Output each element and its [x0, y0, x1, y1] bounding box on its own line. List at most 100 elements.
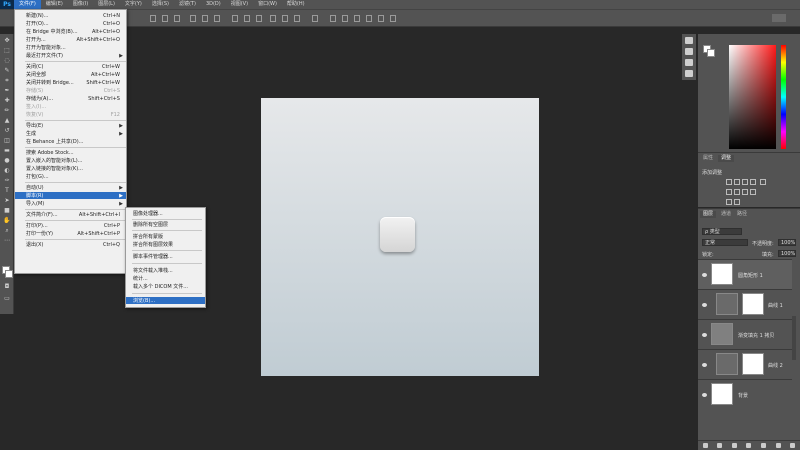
menu-window[interactable]: 窗口(W) [253, 0, 282, 9]
menu-select[interactable]: 选择(S) [147, 0, 174, 9]
tab-adjustments[interactable]: 调整 [718, 155, 735, 162]
curves-icon[interactable] [742, 179, 748, 185]
layer-row[interactable]: 背景 [698, 379, 792, 409]
dodge-tool-icon[interactable]: ◐ [3, 168, 11, 174]
fill-input[interactable]: 100% [778, 250, 796, 257]
color-background-swatch[interactable] [707, 49, 715, 57]
menu-item-recent-files[interactable]: 最近打开文件(T) ▶ [15, 52, 126, 60]
layer-name[interactable]: 曲线 2 [768, 362, 783, 369]
layer-name[interactable]: 曲线 1 [768, 302, 783, 309]
menu-item-generate[interactable]: 生成 ▶ [15, 130, 126, 138]
document-canvas[interactable] [261, 98, 539, 376]
layer-row[interactable]: 曲线 2 [698, 349, 792, 379]
color-field[interactable] [729, 45, 776, 149]
eyedropper-tool-icon[interactable]: ✒ [3, 88, 11, 94]
submenu-item-statistics[interactable]: 统计... [126, 275, 205, 282]
background-color-swatch[interactable] [5, 270, 13, 278]
submenu-item-load-dicom[interactable]: 载入多个 DICOM 文件... [126, 283, 205, 290]
menu-item-file-info[interactable]: 文件简介(F)... Alt+Shift+Ctrl+I [15, 211, 126, 219]
fx-icon[interactable] [717, 443, 723, 448]
eye-icon[interactable] [702, 363, 707, 367]
align-top-icon[interactable] [190, 15, 196, 22]
black-white-icon[interactable] [742, 189, 748, 195]
submenu-item-load-files-stack[interactable]: 将文件载入堆栈... [126, 267, 205, 274]
menu-item-open[interactable]: 打开(O)... Ctrl+O [15, 20, 126, 28]
layer-row[interactable]: 圆角矩形 1 [698, 259, 792, 289]
clone-stamp-tool-icon[interactable]: ▲ [3, 118, 11, 124]
layer-name[interactable]: 圆角矩形 1 [738, 272, 763, 279]
crop-tool-icon[interactable]: ⌗ [3, 78, 11, 84]
menu-item-open-smart-object[interactable]: 打开为智能对象... [15, 44, 126, 51]
eye-icon[interactable] [702, 333, 707, 337]
auto-align-icon[interactable] [312, 15, 318, 22]
quick-mask-icon[interactable]: ◘ [3, 284, 11, 290]
hue-slider[interactable] [781, 45, 786, 149]
submenu-item-image-processor[interactable]: 图像处理器... [126, 210, 205, 217]
tab-layers[interactable]: 图层 [700, 211, 717, 218]
menu-item-open-as[interactable]: 打开为... Alt+Shift+Ctrl+O [15, 36, 126, 44]
layer-filter-select[interactable]: ρ 类型 [702, 228, 742, 235]
eye-icon[interactable] [702, 303, 707, 307]
submenu-item-flatten-effects[interactable]: 拼合所有图层效果 [126, 241, 205, 248]
layer-name[interactable]: 背景 [738, 392, 748, 399]
menu-3d[interactable]: 3D(D) [201, 0, 226, 9]
distribute-middle-icon[interactable] [244, 15, 250, 22]
3d-pan-icon[interactable] [366, 15, 372, 22]
menu-view[interactable]: 视图(V) [226, 0, 253, 9]
trash-icon[interactable] [790, 443, 796, 448]
3d-rotate-icon[interactable] [342, 15, 348, 22]
hue-saturation-icon[interactable] [726, 189, 732, 195]
brightness-icon[interactable] [726, 179, 732, 185]
menu-item-print[interactable]: 打印(P)... Ctrl+P [15, 222, 126, 230]
menu-item-revert[interactable]: 恢复(V) F12 [15, 111, 126, 119]
menu-item-package[interactable]: 打包(G)... [15, 173, 126, 180]
move-tool-icon[interactable]: ✥ [3, 38, 11, 44]
menu-item-save[interactable]: 存储(S) Ctrl+S [15, 87, 126, 95]
menu-item-automate[interactable]: 自动(U) ▶ [15, 184, 126, 192]
levels-icon[interactable] [734, 179, 740, 185]
menu-item-share-behance[interactable]: 在 Behance 上共享(D)... [15, 138, 126, 145]
new-layer-icon[interactable] [775, 443, 781, 448]
distribute-left-icon[interactable] [270, 15, 276, 22]
type-tool-icon[interactable]: T [3, 188, 11, 194]
workspace-switcher[interactable] [772, 14, 786, 22]
menu-item-search-adobe-stock[interactable]: 搜索 Adobe Stock... [15, 149, 126, 156]
menu-item-scripts[interactable]: 脚本(R) ▶ [15, 192, 126, 199]
menu-item-print-one[interactable]: 打印一份(Y) Alt+Shift+Ctrl+P [15, 230, 126, 238]
align-middle-icon[interactable] [202, 15, 208, 22]
character-panel-icon[interactable] [685, 59, 693, 66]
menu-file[interactable]: 文件(F) [14, 0, 41, 9]
menu-item-save-as[interactable]: 存储为(A)... Shift+Ctrl+S [15, 95, 126, 103]
distribute-bottom-icon[interactable] [256, 15, 262, 22]
menu-item-check-in[interactable]: 签入(I)... [15, 103, 126, 110]
exposure-icon[interactable] [750, 179, 756, 185]
opacity-input[interactable]: 100% [778, 239, 796, 246]
hand-tool-icon[interactable]: ✋ [3, 218, 11, 224]
align-bottom-icon[interactable] [214, 15, 220, 22]
distribute-right-icon[interactable] [294, 15, 300, 22]
brush-tool-icon[interactable]: ✏ [3, 108, 11, 114]
menu-help[interactable]: 帮助(H) [282, 0, 310, 9]
layer-row[interactable]: 渐变填充 1 拷贝 [698, 319, 792, 349]
menu-item-place-linked[interactable]: 置入链接的智能对象(K)... [15, 165, 126, 172]
menu-item-import[interactable]: 导入(M) ▶ [15, 200, 126, 208]
gradient-tool-icon[interactable]: ▬ [3, 148, 11, 154]
menu-layer[interactable]: 图层(L) [93, 0, 120, 9]
layer-row[interactable]: 曲线 1 [698, 289, 792, 319]
3d-mode-icon[interactable] [330, 15, 336, 22]
submenu-item-delete-empty-layers[interactable]: 删除所有空图层 [126, 221, 205, 228]
path-selection-tool-icon[interactable]: ➤ [3, 198, 11, 204]
menu-type[interactable]: 文字(Y) [120, 0, 147, 9]
history-panel-icon[interactable] [685, 37, 693, 44]
rectangle-tool-icon[interactable]: ■ [3, 208, 11, 214]
layers-scrollbar[interactable] [792, 316, 796, 360]
layer-name[interactable]: 渐变填充 1 拷贝 [738, 332, 774, 339]
blur-tool-icon[interactable]: ● [3, 158, 11, 164]
3d-slide-icon[interactable] [378, 15, 384, 22]
menu-image[interactable]: 图像(I) [68, 0, 93, 9]
align-left-icon[interactable] [150, 15, 156, 22]
distribute-top-icon[interactable] [232, 15, 238, 22]
3d-roll-icon[interactable] [354, 15, 360, 22]
more-tools-icon[interactable]: ⋯ [3, 238, 11, 244]
menu-filter[interactable]: 滤镜(T) [174, 0, 201, 9]
